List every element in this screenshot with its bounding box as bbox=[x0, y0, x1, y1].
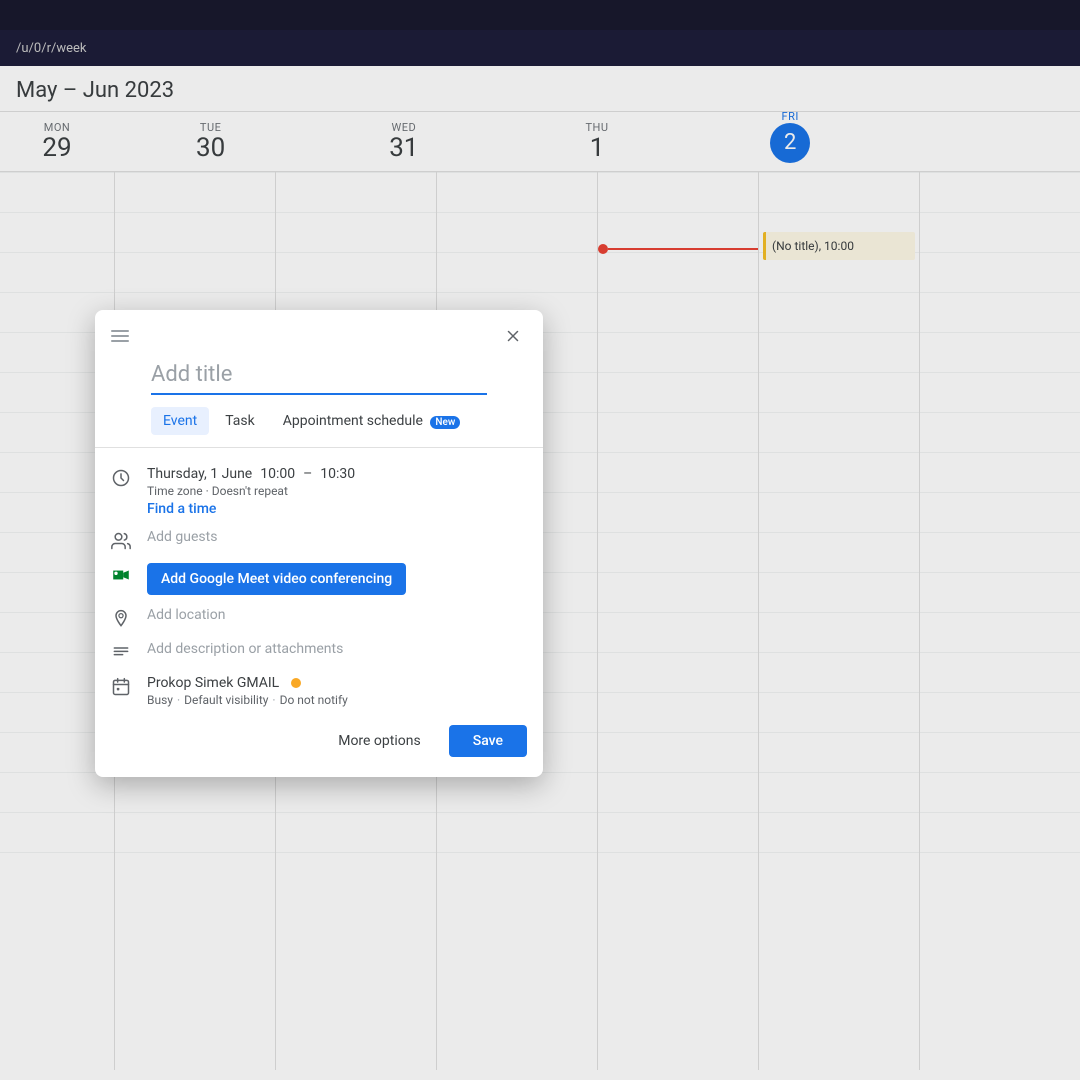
calendar-owner-row[interactable]: Prokop Simek GMAIL Busy · Default visibi… bbox=[95, 669, 543, 713]
datetime-content: Thursday, 1 June 10:00 – 10:30 Time zone… bbox=[147, 466, 527, 517]
divider-1 bbox=[95, 447, 543, 448]
event-start: 10:00 bbox=[260, 466, 295, 482]
guests-placeholder: Add guests bbox=[147, 529, 527, 545]
description-row[interactable]: Add description or attachments bbox=[95, 635, 543, 669]
datetime-text[interactable]: Thursday, 1 June 10:00 – 10:30 bbox=[147, 466, 527, 482]
drag-line-3 bbox=[111, 340, 129, 342]
title-section bbox=[95, 354, 543, 395]
event-creation-dialog: Event Task Appointment schedule New Thur… bbox=[95, 310, 543, 777]
more-options-button[interactable]: More options bbox=[322, 725, 437, 757]
location-content: Add location bbox=[147, 607, 527, 623]
clock-svg bbox=[111, 468, 131, 488]
description-content: Add description or attachments bbox=[147, 641, 527, 657]
calendar-owner-name: Prokop Simek GMAIL bbox=[147, 675, 279, 691]
time-separator: – bbox=[303, 466, 312, 482]
tab-appointment-label: Appointment schedule bbox=[283, 413, 423, 429]
location-placeholder: Add location bbox=[147, 607, 527, 623]
datetime-row: Thursday, 1 June 10:00 – 10:30 Time zone… bbox=[95, 460, 543, 523]
clock-icon bbox=[111, 468, 131, 488]
calendar-owner-content: Prokop Simek GMAIL Busy · Default visibi… bbox=[147, 675, 527, 707]
guests-row[interactable]: Add guests bbox=[95, 523, 543, 557]
drag-line-1 bbox=[111, 330, 129, 332]
drag-line-2 bbox=[111, 335, 129, 337]
find-time-link[interactable]: Find a time bbox=[147, 501, 216, 517]
guests-content: Add guests bbox=[147, 529, 527, 545]
description-placeholder: Add description or attachments bbox=[147, 641, 527, 657]
location-svg bbox=[111, 609, 131, 629]
meet-svg bbox=[111, 564, 131, 586]
meet-button[interactable]: Add Google Meet video conferencing bbox=[147, 563, 406, 595]
calendar-icon bbox=[111, 677, 131, 697]
calendar-owner-sub: Busy · Default visibility · Do not notif… bbox=[147, 693, 527, 707]
location-icon bbox=[111, 609, 131, 629]
dialog-topbar bbox=[95, 310, 543, 354]
meet-icon-container bbox=[111, 565, 131, 585]
visibility-label: Default visibility bbox=[184, 693, 268, 707]
drag-handle bbox=[111, 330, 129, 342]
guests-svg bbox=[111, 531, 131, 551]
tabs-section: Event Task Appointment schedule New bbox=[95, 395, 543, 435]
dot-sep-1: · bbox=[177, 693, 180, 707]
calendar-owner-main: Prokop Simek GMAIL bbox=[147, 675, 527, 691]
busy-label: Busy bbox=[147, 693, 173, 707]
event-date: Thursday, 1 June bbox=[147, 466, 252, 482]
notify-label: Do not notify bbox=[280, 693, 348, 707]
datetime-sub: Time zone · Doesn't repeat bbox=[147, 484, 527, 498]
dot-sep-2: · bbox=[272, 693, 275, 707]
location-row[interactable]: Add location bbox=[95, 601, 543, 635]
save-button[interactable]: Save bbox=[449, 725, 527, 757]
meet-content: Add Google Meet video conferencing bbox=[147, 563, 527, 595]
new-badge: New bbox=[430, 416, 460, 429]
calendar-svg bbox=[111, 677, 131, 697]
tab-event[interactable]: Event bbox=[151, 407, 209, 435]
tab-appointment-schedule[interactable]: Appointment schedule New bbox=[271, 407, 473, 435]
meet-row: Add Google Meet video conferencing bbox=[95, 557, 543, 601]
tab-task[interactable]: Task bbox=[213, 407, 267, 435]
description-icon bbox=[111, 643, 131, 663]
title-input[interactable] bbox=[151, 358, 487, 395]
close-button[interactable] bbox=[499, 322, 527, 350]
event-end: 10:30 bbox=[320, 466, 355, 482]
description-svg bbox=[111, 643, 131, 663]
owner-dot bbox=[291, 678, 301, 688]
guests-icon bbox=[111, 531, 131, 551]
dialog-footer: More options Save bbox=[95, 713, 543, 761]
close-icon bbox=[504, 327, 522, 345]
